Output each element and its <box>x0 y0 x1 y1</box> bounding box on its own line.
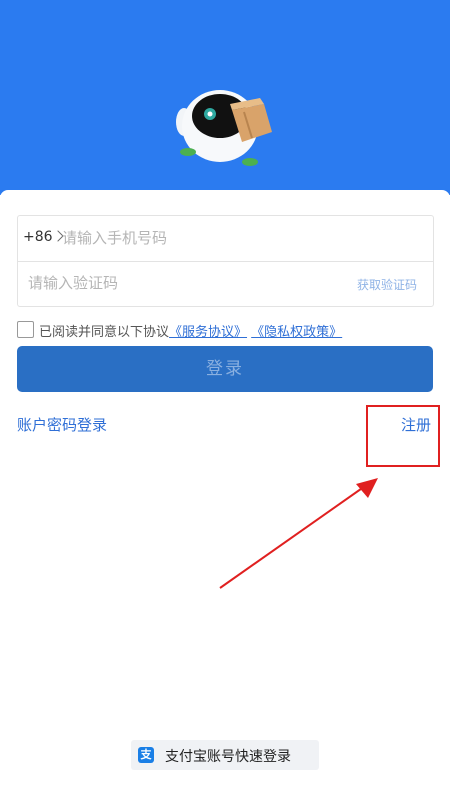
country-code[interactable]: +86 <box>23 229 53 245</box>
alipay-icon: 支 <box>138 747 154 763</box>
verification-code-input[interactable] <box>28 273 328 293</box>
agreement-row: 已阅读并同意以下协议《服务协议》 《隐私权政策》 <box>17 320 437 340</box>
get-code-button[interactable]: 获取验证码 <box>357 276 417 293</box>
annotation-arrow <box>219 478 378 589</box>
privacy-policy-link[interactable]: 《隐私权政策》 <box>251 325 342 340</box>
alipay-quick-login-button[interactable]: 支 支付宝账号快速登录 <box>131 740 319 770</box>
login-button[interactable]: 登录 <box>17 346 433 392</box>
password-login-link[interactable]: 账户密码登录 <box>17 414 107 435</box>
service-agreement-link[interactable]: 《服务协议》 <box>169 325 247 340</box>
agreement-text: 已阅读并同意以下协议《服务协议》 《隐私权政策》 <box>39 321 342 340</box>
agreement-checkbox[interactable] <box>17 321 34 338</box>
mascot-illustration <box>176 90 272 166</box>
phone-row: +86 <box>18 216 433 262</box>
quick-login-label: 支付宝账号快速登录 <box>165 749 291 765</box>
code-row: 获取验证码 <box>18 261 433 306</box>
phone-input[interactable] <box>62 228 362 248</box>
agreement-prefix: 已阅读并同意以下协议 <box>39 325 170 340</box>
login-form: +86 获取验证码 <box>17 215 434 307</box>
highlight-box <box>366 405 440 467</box>
